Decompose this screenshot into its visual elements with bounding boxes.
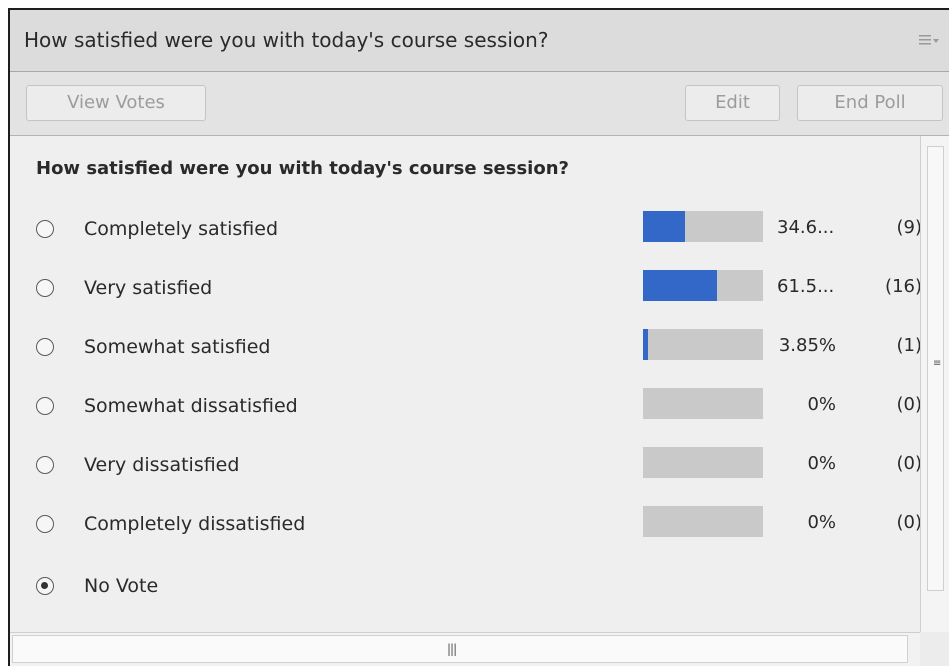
poll-option-row: Completely dissatisfied 0% (0): [10, 506, 923, 546]
result-bar: [643, 329, 763, 360]
no-vote-label: No Vote: [84, 575, 159, 597]
result-bar-fill: [643, 211, 685, 242]
radio-button[interactable]: [36, 397, 54, 415]
radio-button[interactable]: [36, 279, 54, 297]
option-label: Completely satisfied: [84, 218, 279, 240]
option-label: Somewhat satisfied: [84, 336, 271, 358]
option-label: Very satisfied: [84, 277, 213, 299]
radio-button[interactable]: [36, 456, 54, 474]
radio-button[interactable]: [36, 338, 54, 356]
option-count: (16): [885, 276, 922, 297]
option-percent: 0%: [807, 394, 836, 415]
radio-button[interactable]: [36, 220, 54, 238]
pod-titlebar: How satisfied were you with today's cour…: [10, 10, 949, 72]
horizontal-scroll-thumb[interactable]: |||: [12, 635, 908, 663]
option-count: (1): [896, 335, 923, 356]
option-percent: 0%: [807, 453, 836, 474]
poll-option-row: Completely satisfied 34.6... (9): [10, 211, 923, 251]
pod-title: How satisfied were you with today's cour…: [24, 28, 549, 52]
option-label: Completely dissatisfied: [84, 513, 306, 535]
scroll-grip-icon: |||: [447, 642, 457, 656]
option-percent: 61.5...: [777, 276, 835, 297]
radio-button[interactable]: [36, 515, 54, 533]
option-count: (9): [896, 217, 923, 238]
no-vote-radio-button[interactable]: [36, 577, 54, 595]
poll-option-row: Very satisfied 61.5... (16): [10, 270, 922, 310]
result-bar-fill: [643, 329, 648, 360]
poll-option-row: Somewhat dissatisfied 0% (0): [10, 388, 923, 428]
poll-question: How satisfied were you with today's cour…: [36, 158, 569, 179]
option-count: (0): [896, 512, 923, 533]
scroll-grip-icon: ≡: [933, 358, 942, 369]
option-label: Very dissatisfied: [84, 454, 240, 476]
result-bar: [643, 506, 763, 537]
vertical-scrollbar[interactable]: ≡: [920, 136, 949, 632]
option-percent: 0%: [807, 512, 836, 533]
option-percent: 3.85%: [778, 335, 836, 356]
view-votes-button[interactable]: View Votes: [26, 85, 206, 121]
result-bar-fill: [643, 270, 717, 301]
no-vote-row: No Vote: [10, 568, 920, 608]
menu-lines-icon[interactable]: [919, 34, 939, 48]
result-bar: [643, 211, 763, 242]
result-bar: [643, 447, 763, 478]
end-poll-button[interactable]: End Poll: [797, 85, 943, 121]
scrollbar-corner: [920, 632, 949, 666]
horizontal-scrollbar[interactable]: |||: [10, 632, 920, 666]
option-count: (0): [896, 394, 923, 415]
poll-option-row: Very dissatisfied 0% (0): [10, 447, 923, 487]
poll-pod: How satisfied were you with today's cour…: [8, 8, 949, 666]
option-percent: 34.6...: [777, 217, 835, 238]
result-bar: [643, 388, 763, 419]
result-bar: [643, 270, 763, 301]
option-label: Somewhat dissatisfied: [84, 395, 298, 417]
edit-button[interactable]: Edit: [685, 85, 780, 121]
poll-toolbar: View Votes Edit End Poll: [10, 72, 949, 136]
option-count: (0): [896, 453, 923, 474]
poll-content: How satisfied were you with today's cour…: [10, 136, 923, 632]
poll-option-row: Somewhat satisfied 3.85% (1): [10, 329, 923, 369]
